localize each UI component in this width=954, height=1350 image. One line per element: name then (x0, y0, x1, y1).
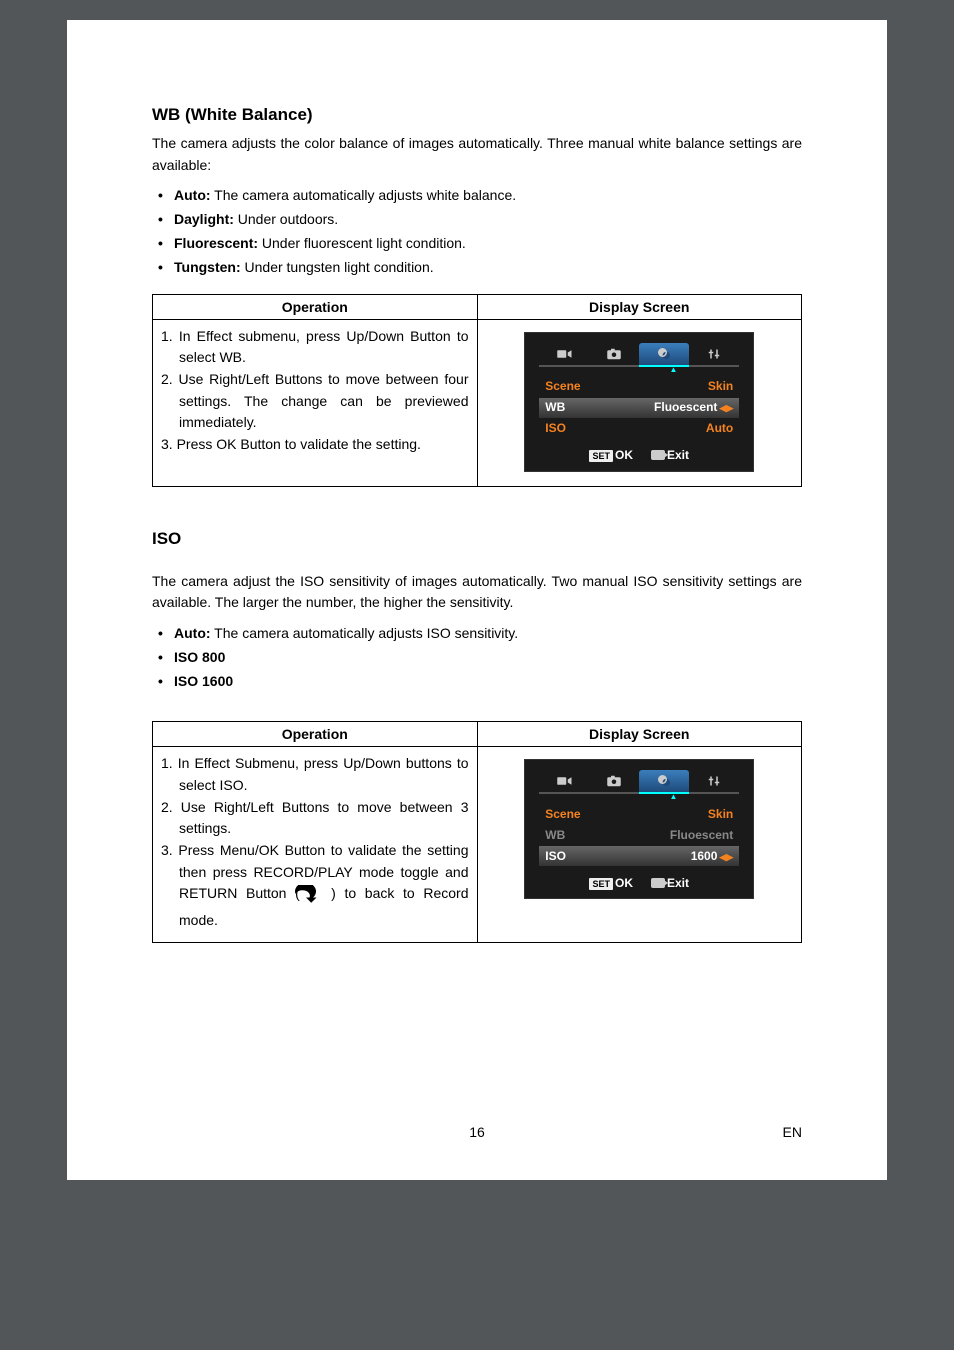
wb-th-operation: Operation (153, 294, 478, 319)
video-tab-icon (539, 770, 589, 794)
wb-step-2: 2. Use Right/Left Buttons to move betwee… (161, 369, 469, 434)
return-icon (651, 878, 665, 888)
exit-label: Exit (651, 874, 689, 893)
wb-row-scene: SceneSkin (539, 377, 739, 397)
return-loop-icon (310, 885, 320, 910)
iso-th-display: Display Screen (477, 722, 802, 747)
page-footer: 16 EN (67, 1124, 887, 1140)
iso-intro: The camera adjust the ISO sensitivity of… (152, 571, 802, 614)
document-page: WB (White Balance) The camera adjusts th… (67, 20, 887, 1180)
wb-item-auto: Auto: The camera automatically adjusts w… (152, 184, 802, 208)
arrow-right-icon: ◀▶ (719, 402, 733, 416)
wb-heading: WB (White Balance) (152, 105, 802, 125)
iso-th-operation: Operation (153, 722, 478, 747)
wb-step-3: 3. Press OK Button to validate the setti… (161, 434, 469, 456)
iso-table: Operation Display Screen 1. In Effect Su… (152, 721, 802, 943)
iso-row-iso: ISO1600◀▶ (539, 846, 739, 866)
exit-label: Exit (651, 446, 689, 465)
wb-intro: The camera adjusts the color balance of … (152, 133, 802, 176)
iso-screen: ▲ SceneSkin WBFluoescent ISO1600◀▶ SETOK… (524, 759, 754, 899)
camera-tab-icon (589, 343, 639, 367)
wb-row-wb: WBFluoescent◀▶ (539, 398, 739, 418)
iso-item-800: ISO 800 (152, 646, 802, 670)
wb-table: Operation Display Screen 1. In Effect su… (152, 294, 802, 487)
iso-row-wb: WBFluoescent (539, 825, 739, 845)
effects-tab-icon (639, 770, 689, 794)
wb-item-daylight: Daylight: Under outdoors. (152, 208, 802, 232)
wb-th-display: Display Screen (477, 294, 802, 319)
iso-tabs (539, 770, 739, 794)
iso-screen-bottombar: SETOK Exit (525, 870, 753, 899)
set-ok-label: SETOK (589, 874, 633, 893)
iso-list: Auto: The camera automatically adjusts I… (152, 622, 802, 693)
wb-item-fluorescent: Fluorescent: Under fluorescent light con… (152, 232, 802, 256)
iso-step-3: 3. Press Menu/OK Button to validate the … (161, 840, 469, 932)
return-icon (651, 450, 665, 460)
wb-screen-bottombar: SETOK Exit (525, 442, 753, 471)
iso-step-2: 2. Use Right/Left Buttons to move betwee… (161, 797, 469, 840)
wb-list: Auto: The camera automatically adjusts w… (152, 184, 802, 279)
video-tab-icon (539, 343, 589, 367)
effects-tab-icon (639, 343, 689, 367)
iso-screen-rows: SceneSkin WBFluoescent ISO1600◀▶ (525, 800, 753, 869)
wb-screen-rows: SceneSkin WBFluoescent◀▶ ISOAuto (525, 373, 753, 442)
camera-tab-icon (589, 770, 639, 794)
wb-tabs (539, 343, 739, 367)
iso-step-1: 1. In Effect Submenu, press Up/Down butt… (161, 753, 469, 796)
wb-operation-cell: 1. In Effect submenu, press Up/Down Butt… (153, 319, 478, 486)
iso-display-cell: ▲ SceneSkin WBFluoescent ISO1600◀▶ SETOK… (477, 747, 802, 943)
page-number: 16 (152, 1124, 802, 1140)
arrow-right-icon: ◀▶ (719, 851, 733, 865)
iso-row-scene: SceneSkin (539, 804, 739, 824)
language-code: EN (783, 1124, 802, 1140)
wb-display-cell: ▲ SceneSkin WBFluoescent◀▶ ISOAuto SETOK… (477, 319, 802, 486)
settings-tab-icon (689, 343, 739, 367)
iso-item-auto: Auto: The camera automatically adjusts I… (152, 622, 802, 646)
set-ok-label: SETOK (589, 446, 633, 465)
wb-item-tungsten: Tungsten: Under tungsten light condition… (152, 256, 802, 280)
iso-item-1600: ISO 1600 (152, 670, 802, 694)
wb-screen: ▲ SceneSkin WBFluoescent◀▶ ISOAuto SETOK… (524, 332, 754, 472)
iso-heading: ISO (152, 529, 802, 549)
wb-step-1: 1. In Effect submenu, press Up/Down Butt… (161, 326, 469, 369)
wb-row-iso: ISOAuto (539, 419, 739, 439)
settings-tab-icon (689, 770, 739, 794)
iso-operation-cell: 1. In Effect Submenu, press Up/Down butt… (153, 747, 478, 943)
